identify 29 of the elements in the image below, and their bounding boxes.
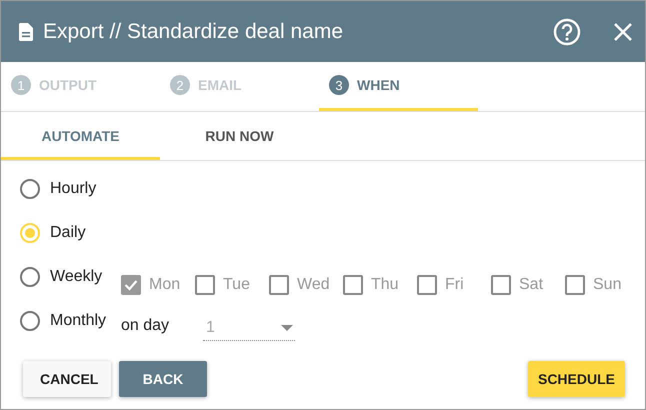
caret-icon: [281, 324, 293, 330]
tab[interactable]: AUTOMATE: [1, 112, 160, 160]
radio-label: Monthly: [50, 312, 108, 330]
step-number: 2: [170, 75, 190, 95]
tab[interactable]: RUN NOW: [160, 112, 319, 160]
step-tab[interactable]: 3 WHEN: [319, 62, 478, 111]
radio-label: Daily: [50, 224, 87, 242]
radio-label: Weekly: [50, 268, 104, 286]
radio-button[interactable]: [20, 179, 40, 199]
field-label: on day: [121, 317, 170, 335]
checkbox-label: Sun: [593, 276, 622, 294]
dialog-button[interactable]: SCHEDULE: [528, 361, 625, 397]
checkbox-label: Tue: [223, 276, 250, 294]
document-icon: [19, 22, 33, 40]
checkbox-label: Fri: [445, 276, 464, 294]
step-number: 3: [329, 75, 349, 95]
step-number: 1: [11, 75, 31, 95]
dialog-button[interactable]: BACK: [119, 361, 207, 397]
radio-label: Hourly: [50, 180, 98, 198]
checkbox-label: Sat: [519, 276, 544, 294]
close-icon[interactable]: [613, 22, 633, 42]
check-icon: [124, 279, 138, 291]
dialog-button[interactable]: CANCEL: [23, 361, 111, 397]
help-icon[interactable]: [553, 18, 581, 46]
checkbox-label: Thu: [371, 276, 399, 294]
radio-button[interactable]: [20, 267, 40, 287]
window-title: Export // Standardize deal name: [43, 20, 344, 44]
checkbox-label: Mon: [149, 276, 180, 294]
checkbox-label: Wed: [297, 276, 330, 294]
